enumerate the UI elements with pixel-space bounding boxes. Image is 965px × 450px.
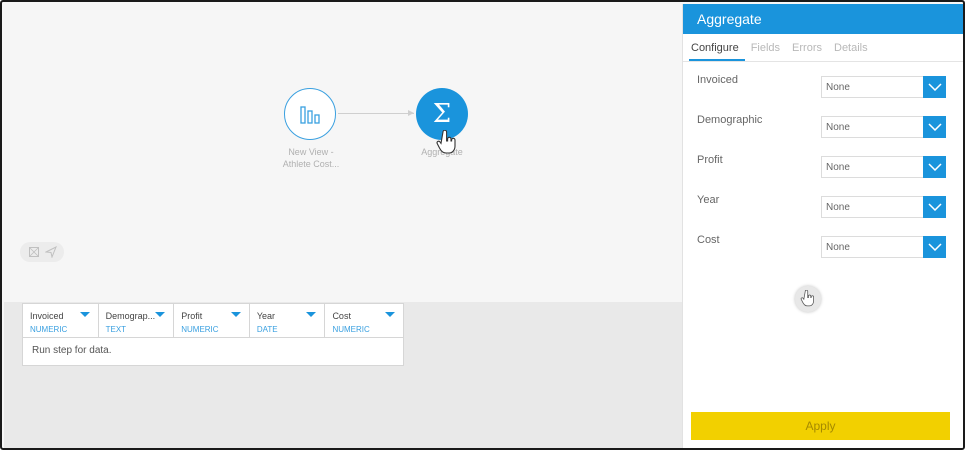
grid-header: Invoiced NUMERIC Demograp... TEXT Profit… [23,304,403,338]
select-value: None [826,202,850,213]
bar-chart-icon [300,106,320,124]
connector-arrow [408,110,414,116]
select-value: None [826,162,850,173]
hand-cursor-icon [436,130,456,154]
column-menu-icon[interactable] [79,312,90,317]
view-node-label: New View - Athlete Cost... [266,146,356,170]
view-node-label-line1: New View - [288,147,334,157]
aggregate-config-panel: Aggregate Configure Fields Errors Detail… [682,4,963,448]
field-row-invoiced: Invoiced None [697,74,947,98]
field-label: Profit [697,154,723,166]
hand-cursor-icon [795,286,821,312]
field-label: Invoiced [697,74,738,86]
column-type: DATE [256,325,278,334]
column-menu-icon[interactable] [230,312,241,317]
navigate-icon[interactable] [44,246,57,258]
view-node[interactable] [284,88,336,140]
select-value: None [826,122,850,133]
flow-canvas[interactable]: Σ New View - Athlete Cost... Aggregate [4,4,682,302]
field-label: Cost [697,234,720,246]
grid-empty-message: Run step for data. [32,345,112,356]
aggregation-select-year[interactable]: None [821,196,946,218]
fit-screen-icon[interactable] [28,246,40,258]
app-frame: Σ New View - Athlete Cost... Aggregate I… [0,0,965,450]
chevron-down-icon[interactable] [923,196,946,218]
tab-fields[interactable]: Fields [749,34,786,61]
field-row-year: Year None [697,194,947,218]
chevron-down-icon[interactable] [923,76,946,98]
connector-line [338,113,414,114]
apply-button[interactable]: Apply [691,412,950,440]
tab-errors[interactable]: Errors [790,34,828,61]
column-header-cost[interactable]: Cost NUMERIC [325,304,403,337]
chevron-down-icon[interactable] [923,116,946,138]
data-preview-area: Invoiced NUMERIC Demograp... TEXT Profit… [4,302,682,448]
view-node-label-line2: Athlete Cost... [282,159,340,169]
select-value: None [826,242,850,253]
column-type: TEXT [105,325,127,334]
aggregation-select-invoiced[interactable]: None [821,76,946,98]
canvas-tools [20,242,64,262]
panel-title: Aggregate [683,4,963,34]
column-type: NUMERIC [332,325,370,334]
chevron-down-icon[interactable] [923,156,946,178]
column-header-profit[interactable]: Profit NUMERIC [174,304,250,337]
tab-details[interactable]: Details [832,34,874,61]
field-label: Year [697,194,720,206]
field-row-demographic: Demographic None [697,114,947,138]
column-menu-icon[interactable] [155,312,166,317]
field-row-cost: Cost None [697,234,947,258]
select-value: None [826,82,850,93]
aggregation-select-cost[interactable]: None [821,236,946,258]
column-header-invoiced[interactable]: Invoiced NUMERIC [23,304,99,337]
panel-tabs: Configure Fields Errors Details [683,34,963,62]
aggregation-select-profit[interactable]: None [821,156,946,178]
data-preview-grid: Invoiced NUMERIC Demograp... TEXT Profit… [22,303,404,366]
tab-configure[interactable]: Configure [689,34,745,61]
column-menu-icon[interactable] [385,312,396,317]
field-row-profit: Profit None [697,154,947,178]
field-label: Demographic [697,114,763,126]
column-header-demographic[interactable]: Demograp... TEXT [99,304,175,337]
aggregation-select-demographic[interactable]: None [821,116,946,138]
column-type: NUMERIC [30,325,68,334]
column-type: NUMERIC [181,325,219,334]
column-header-year[interactable]: Year DATE [250,304,326,337]
chevron-down-icon[interactable] [923,236,946,258]
column-menu-icon[interactable] [306,312,317,317]
sigma-icon: Σ [432,99,452,129]
